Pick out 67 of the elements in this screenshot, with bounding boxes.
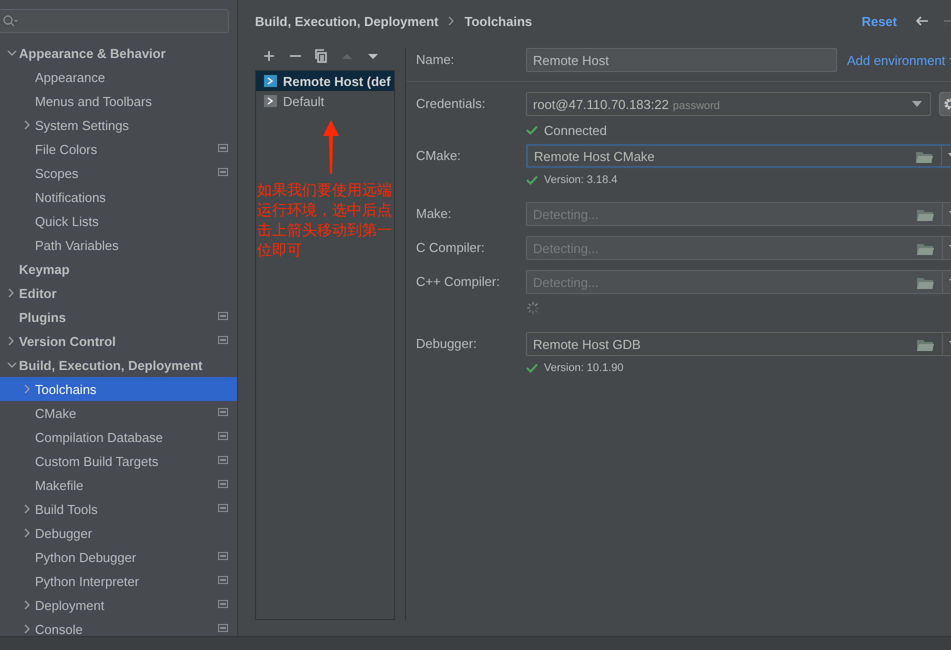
tree-item[interactable]: Build Tools — [0, 497, 237, 521]
folder-icon[interactable] — [915, 150, 933, 162]
tree-item[interactable]: Toolchains — [0, 377, 237, 401]
tree-item[interactable]: Custom Build Targets — [0, 449, 237, 473]
field-label: C++ Compiler: — [416, 273, 501, 291]
credentials-dropdown[interactable]: root@47.110.70.183:22 password — [526, 92, 931, 116]
tree-item[interactable]: Quick Lists — [0, 209, 237, 233]
folder-icon[interactable] — [916, 338, 934, 350]
tree-item[interactable]: Version Control — [0, 329, 237, 353]
tree-item[interactable]: Compilation Database — [0, 425, 237, 449]
tree-item[interactable]: Scopes — [0, 161, 237, 185]
tree-item[interactable]: Debugger — [0, 521, 237, 545]
tree-item[interactable]: File Colors — [0, 137, 237, 161]
status-text: Connected — [544, 122, 607, 138]
tree-item[interactable]: Console — [0, 617, 237, 636]
add-button[interactable] — [261, 48, 277, 64]
add-environment-link[interactable]: Add environment — [847, 52, 951, 68]
tree-item[interactable]: Notifications — [0, 185, 237, 209]
check-icon — [526, 125, 538, 135]
tree-item[interactable]: Plugins — [0, 305, 237, 329]
check-icon — [526, 363, 538, 373]
tree-item[interactable]: Appearance — [0, 65, 237, 89]
annotation-text: 如果我们要使用远端运行环境，选中后点击上箭头移动到第一位即可 — [257, 180, 393, 260]
tree-item[interactable]: Deployment — [0, 593, 237, 617]
folder-icon[interactable] — [916, 276, 934, 288]
breadcrumb-item: Build, Execution, Deployment — [255, 14, 438, 28]
text-input[interactable]: Remote Host GDB — [527, 333, 916, 355]
field-label: Credentials: — [416, 95, 486, 113]
field-label: Make: — [416, 205, 452, 223]
minus-icon — [290, 55, 300, 57]
tree-item[interactable]: Python Debugger — [0, 545, 237, 569]
tree-item[interactable]: Makefile — [0, 473, 237, 497]
search-icon — [3, 15, 18, 27]
toolchain-item[interactable]: Remote Host (def — [256, 71, 394, 91]
tree-item[interactable]: System Settings — [0, 113, 237, 137]
name-field[interactable]: Remote Host — [526, 48, 837, 72]
tree-item[interactable]: Keymap — [0, 257, 237, 281]
tree-item[interactable]: Appearance & Behavior — [0, 41, 237, 65]
tree-item[interactable]: Python Interpreter — [0, 569, 237, 593]
field-label: Debugger: — [416, 335, 478, 353]
tree-item[interactable]: CMake — [0, 401, 237, 425]
field-label: C Compiler: — [416, 239, 486, 257]
breadcrumb-item: Toolchains — [464, 14, 532, 28]
copy-icon — [313, 48, 329, 64]
tree-item[interactable]: Editor — [0, 281, 237, 305]
tree-item[interactable]: Menus and Toolbars — [0, 89, 237, 113]
search-field[interactable] — [0, 9, 229, 33]
annotation-arrow — [321, 120, 341, 174]
path-field[interactable]: Remote Host GDB — [526, 332, 951, 356]
toolchain-item[interactable]: Default — [256, 91, 394, 111]
field-label: Name: — [416, 51, 456, 69]
field-label: CMake: — [416, 147, 462, 165]
caret-icon — [912, 101, 922, 107]
plus-icon — [261, 48, 277, 64]
check-icon — [526, 175, 538, 185]
folder-icon[interactable] — [916, 208, 934, 220]
arrow-icon[interactable] — [915, 15, 929, 27]
chevron-icon — [448, 16, 454, 26]
folder-icon[interactable] — [916, 242, 934, 254]
copy-button[interactable] — [313, 48, 329, 64]
text-input[interactable]: Remote Host CMake — [528, 146, 915, 166]
version-text: Version: 3.18.4 — [544, 174, 618, 186]
tree-item[interactable]: Path Variables — [0, 233, 237, 257]
version-text: Version: 10.1.90 — [544, 362, 624, 374]
tree-item[interactable]: Build, Execution, Deployment — [0, 353, 237, 377]
path-field[interactable]: Remote Host CMake — [526, 144, 951, 168]
reset-link[interactable]: Reset — [862, 14, 897, 28]
